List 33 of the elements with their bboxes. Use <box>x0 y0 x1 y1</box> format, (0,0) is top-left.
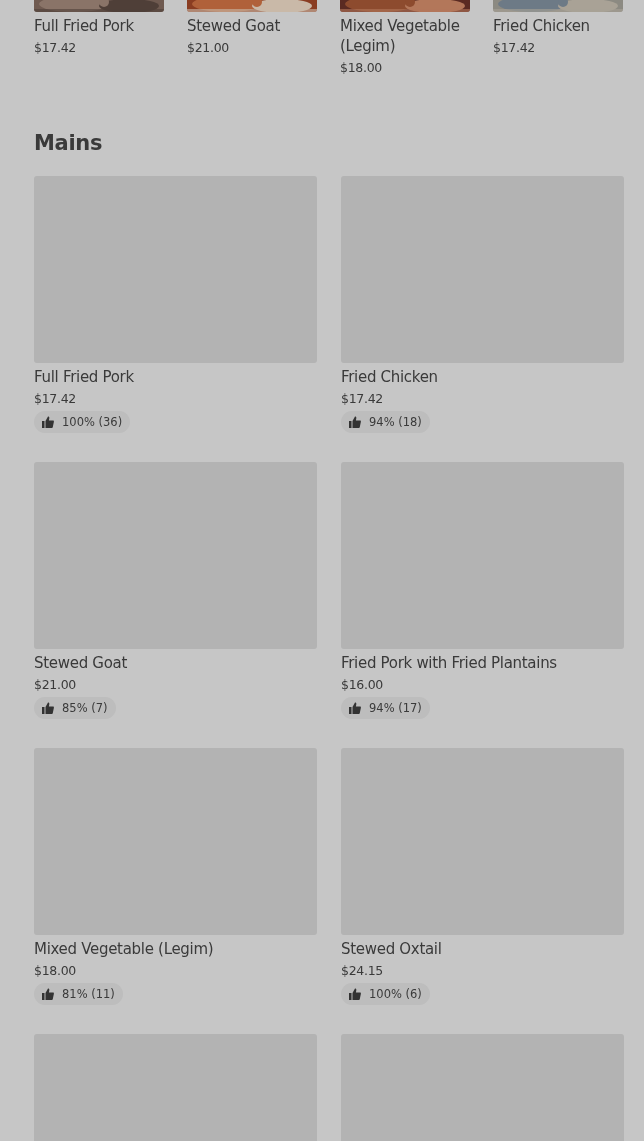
item-name: Mixed Vegetable (Legim) <box>34 939 214 959</box>
rating-text: 100% (6) <box>369 987 422 1001</box>
rating-text: 85% (7) <box>62 701 108 715</box>
rating-text: 94% (18) <box>369 415 422 429</box>
item-price: $21.00 <box>34 676 76 693</box>
rating-text: 94% (17) <box>369 701 422 715</box>
rating-text: 81% (11) <box>62 987 115 1001</box>
item-name: Fried Pork with Fried Plantains <box>341 653 557 673</box>
thumbs-up-icon <box>42 988 54 1000</box>
item-name: Mixed Vegetable (Legim) <box>340 16 461 56</box>
item-name: Stewed Goat <box>34 653 127 673</box>
item-name: Fried Chicken <box>493 16 591 36</box>
item-price: $17.42 <box>34 390 76 407</box>
item-price: $17.42 <box>341 390 383 407</box>
item-price: $17.42 <box>493 39 536 56</box>
thumbs-up-icon <box>349 988 361 1000</box>
item-price: $18.00 <box>34 962 76 979</box>
item-price: $21.00 <box>187 39 230 56</box>
item-name: Full Fried Pork <box>34 16 135 36</box>
item-price: $16.00 <box>341 676 383 693</box>
item-name: Stewed Goat <box>187 16 281 36</box>
item-name: Full Fried Pork <box>34 367 134 387</box>
item-price: $24.15 <box>341 962 383 979</box>
section-heading: Mains <box>34 130 103 157</box>
item-name: Stewed Oxtail <box>341 939 442 959</box>
item-price: $18.00 <box>340 59 383 76</box>
thumbs-up-icon <box>42 702 54 714</box>
item-name: Fried Chicken <box>341 367 438 387</box>
thumbs-up-icon <box>349 416 361 428</box>
rating-text: 100% (36) <box>62 415 123 429</box>
thumbs-up-icon <box>349 702 361 714</box>
item-price: $17.42 <box>34 39 77 56</box>
thumbs-up-icon <box>42 416 54 428</box>
